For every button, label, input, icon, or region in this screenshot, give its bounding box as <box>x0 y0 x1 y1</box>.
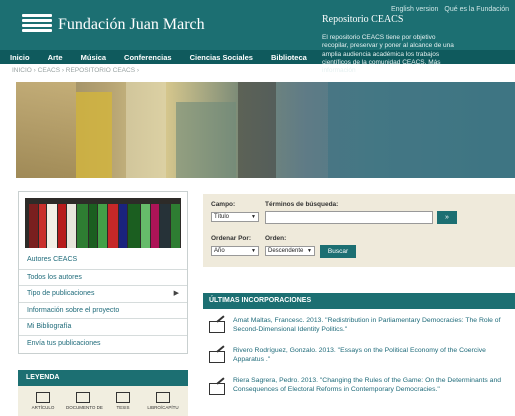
sidebar-item-autores-ceacs[interactable]: Autores CEACS <box>19 252 187 269</box>
order-by-select[interactable]: Año ▼ <box>211 246 259 256</box>
terms-label: Términos de búsqueda: <box>265 201 339 208</box>
order-by-label: Ordenar Por: <box>211 235 252 242</box>
article-icon <box>209 351 225 363</box>
legend-item-documento: DOCUMENTO DE <box>66 392 103 410</box>
hero-banner <box>16 82 515 178</box>
sidebar-menu: Autores CEACS Todos los autores Tipo de … <box>19 252 187 351</box>
sidebar-box: Autores CEACS Todos los autores Tipo de … <box>18 191 188 354</box>
books-image <box>25 198 181 248</box>
sidebar-item-informacion-proyecto[interactable]: Información sobre el proyecto <box>19 301 187 319</box>
search-terms-input[interactable] <box>265 211 433 224</box>
order-select[interactable]: Descendente ▼ <box>265 246 315 256</box>
english-version-link[interactable]: English version <box>391 6 438 13</box>
nav-ciencias-sociales[interactable]: Ciencias Sociales <box>190 53 253 62</box>
legend-item-libro: LIBRO/CAPÍTU <box>146 392 180 410</box>
article-icon <box>36 392 50 403</box>
chevron-down-icon: ▼ <box>251 248 256 254</box>
document-icon <box>76 392 90 403</box>
chevron-right-icon: ▶ <box>173 290 179 297</box>
chevron-down-icon: ▼ <box>251 214 256 220</box>
legend-box: LEYENDA ARTÍCULO DOCUMENTO DE TESIS LIBR… <box>18 370 188 416</box>
sidebar-item-tipo-publicaciones[interactable]: Tipo de publicaciones ▶ <box>19 285 187 302</box>
entry-link[interactable]: Amat Maltas, Francesc. 2013. "Redistribu… <box>233 317 511 334</box>
nav-inicio[interactable]: Inicio <box>10 53 30 62</box>
legend-title: LEYENDA <box>18 370 188 386</box>
search-panel: Campo: Título ▼ Términos de búsqueda: » O… <box>203 194 515 267</box>
utility-links: English version Qué es la Fundación <box>387 6 509 13</box>
logo-icon[interactable] <box>22 14 52 36</box>
list-item: Amat Maltas, Francesc. 2013. "Redistribu… <box>203 315 515 347</box>
chevron-down-icon: ▼ <box>307 248 312 254</box>
nav-conferencias[interactable]: Conferencias <box>124 53 172 62</box>
sidebar-item-todos-autores[interactable]: Todos los autores <box>19 268 187 286</box>
sidebar-item-envia-publicaciones[interactable]: Envía tus publicaciones <box>19 334 187 352</box>
hero-title: Repositorio CEACS <box>322 14 404 25</box>
hero-description: El repositorio CEACS tiene por objetivo … <box>322 34 454 75</box>
list-item: Rivero Rodríguez, Gonzalo. 2013. "Essays… <box>203 347 515 375</box>
legend-item-articulo: ARTÍCULO <box>26 392 60 410</box>
article-icon <box>209 321 225 333</box>
sidebar-item-mi-bibliografia[interactable]: Mi Bibliografía <box>19 318 187 335</box>
hero-text-panel <box>328 82 515 178</box>
nav-musica[interactable]: Música <box>81 53 106 62</box>
nav-biblioteca[interactable]: Biblioteca <box>271 53 307 62</box>
campo-label: Campo: <box>211 201 236 208</box>
breadcrumb[interactable]: INICIO › CEACS › REPOSITORIO CEACS › <box>12 67 139 74</box>
article-icon <box>209 383 225 395</box>
about-foundation-link[interactable]: Qué es la Fundación <box>444 6 509 13</box>
entry-link[interactable]: Riera Sagrera, Pedro. 2013. "Changing th… <box>233 377 511 394</box>
list-item: Riera Sagrera, Pedro. 2013. "Changing th… <box>203 377 515 415</box>
hero-painting <box>16 82 76 178</box>
nav-arte[interactable]: Arte <box>48 53 63 62</box>
search-go-button[interactable]: » <box>437 211 457 224</box>
latest-additions: ÚLTIMAS INCORPORACIONES Amat Maltas, Fra… <box>203 293 515 416</box>
legend-item-tesis: TESIS <box>106 392 140 410</box>
site-logo-text[interactable]: Fundación Juan March <box>58 16 205 34</box>
latest-title: ÚLTIMAS INCORPORACIONES <box>203 293 515 309</box>
book-icon <box>156 392 170 403</box>
thesis-icon <box>116 392 130 403</box>
entry-link[interactable]: Rivero Rodríguez, Gonzalo. 2013. "Essays… <box>233 347 511 364</box>
campo-select[interactable]: Título ▼ <box>211 212 259 222</box>
buscar-button[interactable]: Buscar <box>320 245 356 258</box>
order-label: Orden: <box>265 235 287 242</box>
